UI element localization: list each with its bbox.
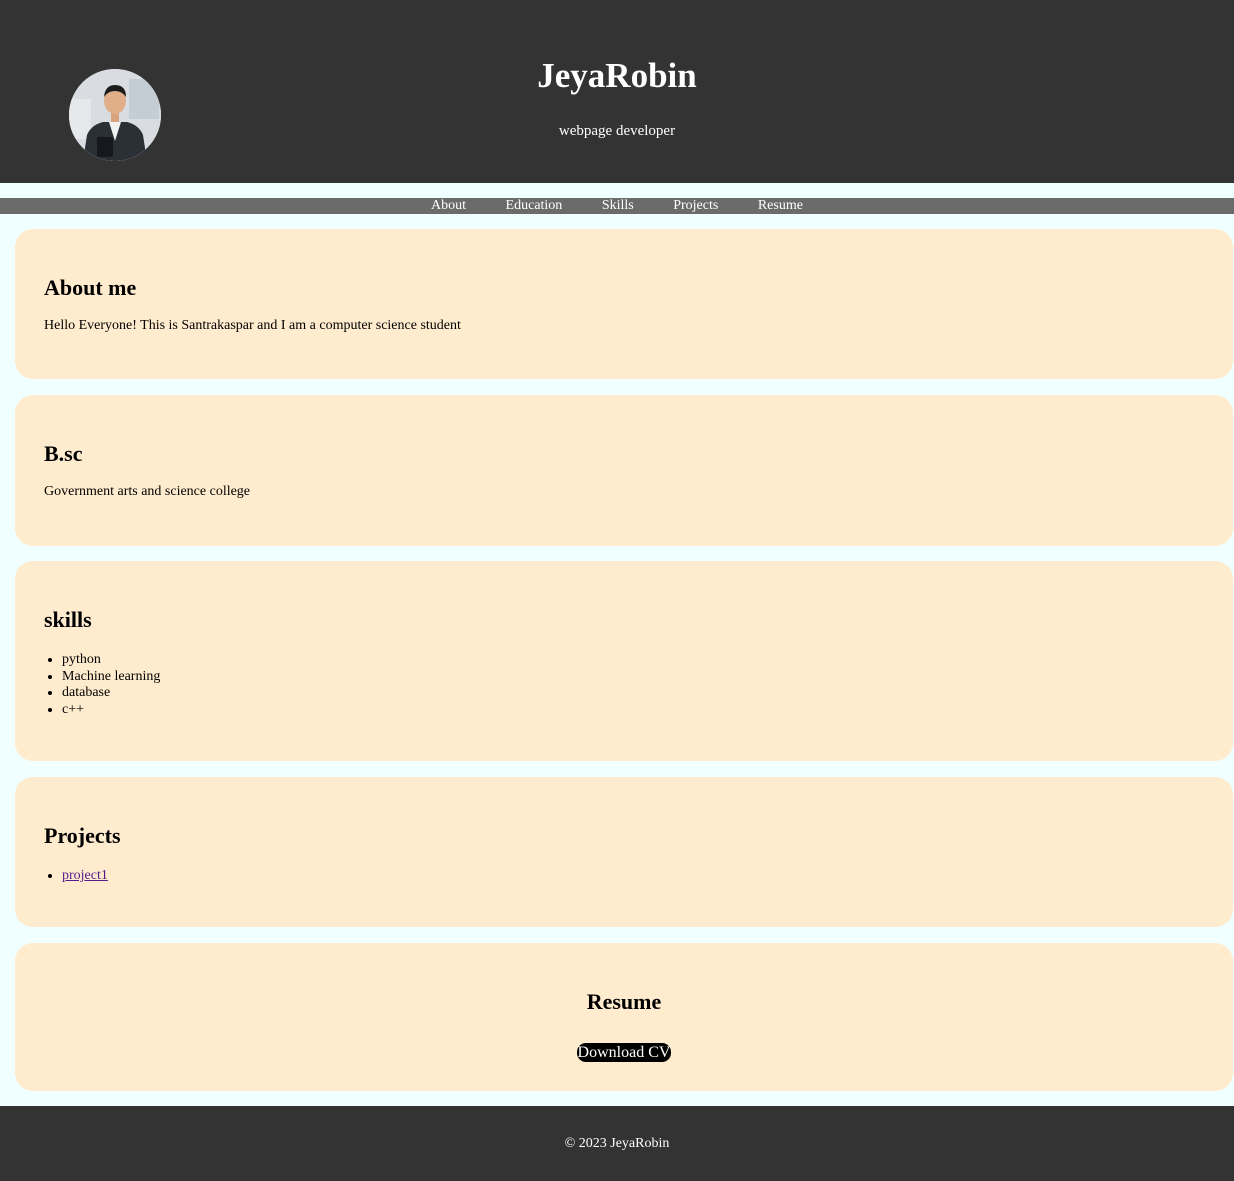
skill-item: python: [62, 652, 160, 669]
project-link[interactable]: project1: [62, 868, 108, 883]
site-footer: © 2023 JeyaRobin: [0, 1106, 1234, 1181]
nav-link-projects[interactable]: Projects: [673, 198, 718, 213]
nav-link-resume[interactable]: Resume: [758, 198, 803, 213]
about-section: About me Hello Everyone! This is Santrak…: [15, 229, 1233, 379]
skill-item: database: [62, 685, 160, 702]
projects-list: project1: [44, 868, 108, 885]
skills-section: skills python Machine learning database …: [15, 561, 1233, 761]
main-nav: About Education Skills Projects Resume: [0, 198, 1234, 214]
education-section: B.sc Government arts and science college: [15, 395, 1233, 546]
skill-item: Machine learning: [62, 669, 160, 686]
resume-section: Resume Download CV: [15, 943, 1233, 1091]
education-text: Government arts and science college: [44, 484, 251, 499]
education-heading: B.sc: [44, 441, 83, 466]
skills-list: python Machine learning database c++: [44, 652, 160, 718]
projects-section: Projects project1: [15, 777, 1233, 927]
nav-link-skills[interactable]: Skills: [602, 198, 634, 213]
about-heading: About me: [44, 275, 137, 300]
site-subtitle: webpage developer: [558, 123, 676, 139]
footer-copyright: © 2023 JeyaRobin: [564, 1136, 670, 1151]
skills-heading: skills: [44, 607, 92, 632]
projects-heading: Projects: [44, 823, 121, 848]
resume-heading: Resume: [586, 989, 662, 1014]
skill-item: c++: [62, 702, 160, 719]
site-title: JeyaRobin: [537, 56, 697, 95]
project-item: project1: [62, 868, 108, 885]
download-wrap: Download CV: [15, 1043, 1233, 1062]
nav-link-about[interactable]: About: [431, 198, 466, 213]
download-cv-button[interactable]: Download CV: [576, 1043, 672, 1062]
about-text: Hello Everyone! This is Santrakaspar and…: [44, 318, 461, 333]
nav-link-education[interactable]: Education: [506, 198, 563, 213]
site-header: JeyaRobin webpage developer: [0, 0, 1234, 183]
